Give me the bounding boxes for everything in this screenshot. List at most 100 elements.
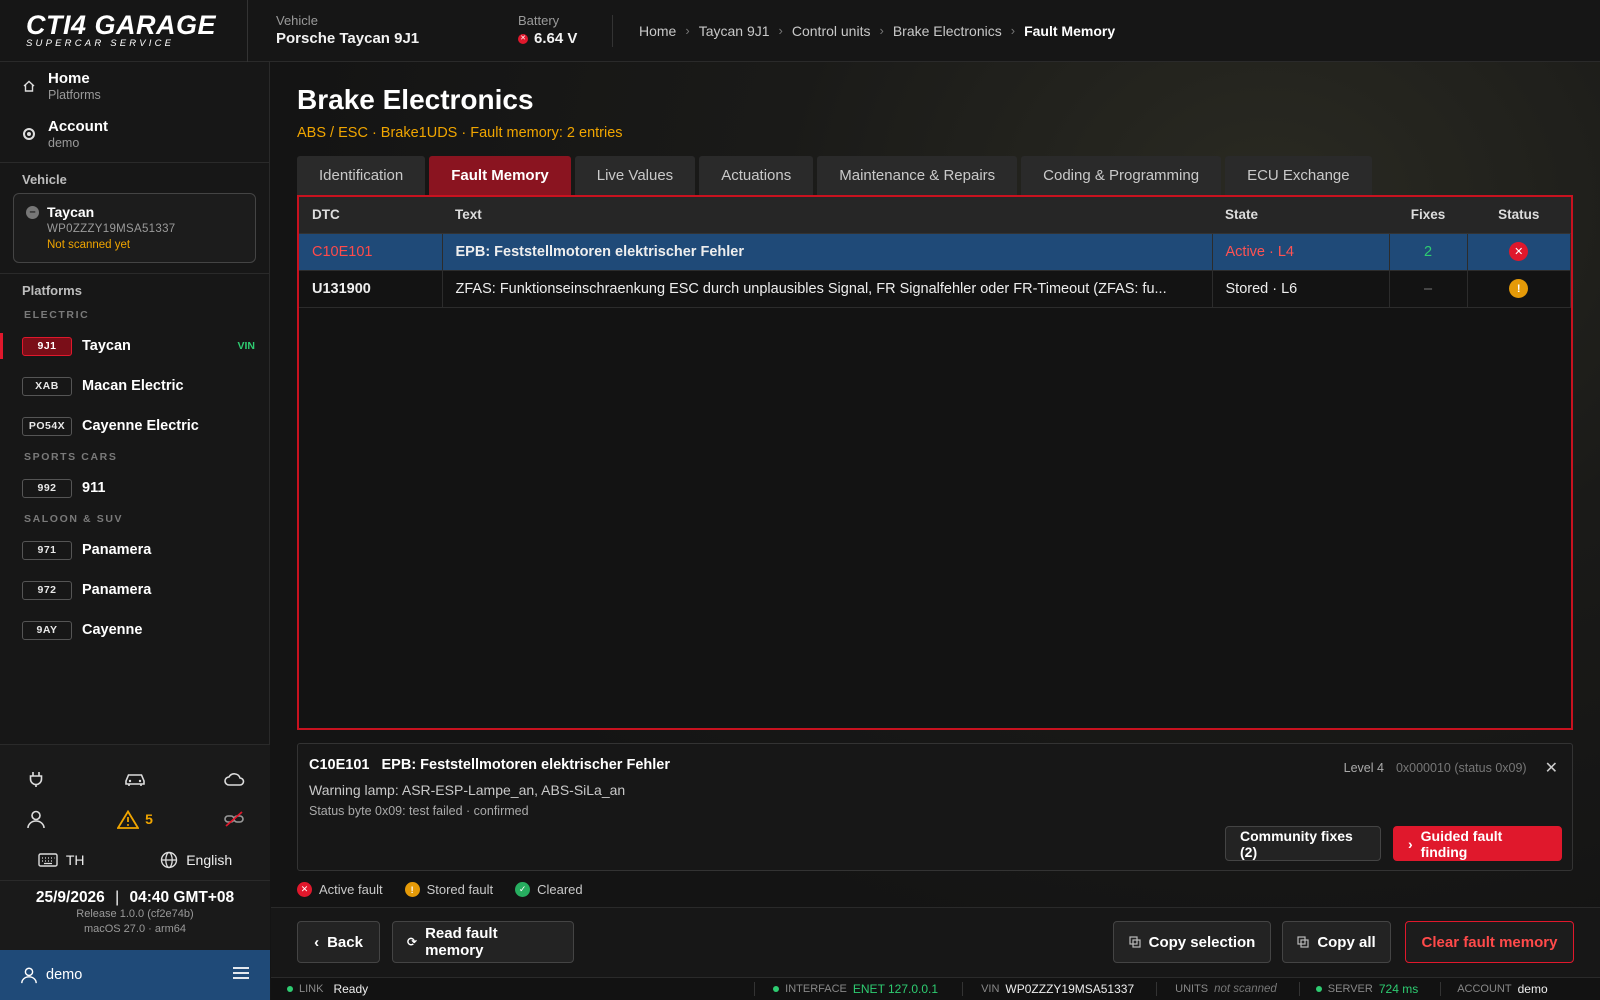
dtc-fixes: – [1389, 270, 1468, 308]
breadcrumb-vehicle[interactable]: Taycan 9J1 [699, 23, 770, 39]
warning-count: 5 [145, 811, 153, 827]
vehicle-card-name: Taycan [47, 204, 95, 220]
active-fault-icon: ✕ [297, 882, 312, 897]
link-value: Ready [333, 982, 369, 996]
breadcrumb-separator-icon: › [778, 23, 783, 38]
user-icon[interactable] [22, 805, 50, 833]
platform-item-panamera-971[interactable]: 971 Panamera [0, 530, 269, 570]
vin-badge: VIN [237, 340, 255, 352]
status-vin: VIN WP0ZZZY19MSA51337 [981, 982, 1134, 996]
user-bar[interactable]: demo [0, 950, 270, 1000]
copy-all-button[interactable]: Copy all [1282, 921, 1391, 963]
app-logo[interactable]: CTI4 GARAGE SUPERCAR SERVICE [0, 0, 248, 62]
chevron-left-icon: ‹ [314, 933, 320, 951]
fault-table: DTC Text State Fixes Status C10E101 EPB:… [297, 195, 1573, 730]
status-interface: INTERFACE ENET 127.0.0.1 [773, 982, 938, 996]
platform-item-cayenne[interactable]: 9AY Cayenne [0, 610, 269, 650]
platforms-section-title: Platforms [22, 283, 82, 298]
keyboard-layout-button[interactable]: TH [38, 852, 85, 868]
platform-item-cayenne-electric[interactable]: PO54X Cayenne Electric [0, 406, 269, 446]
column-header-dtc[interactable]: DTC [299, 197, 442, 234]
username: demo [46, 967, 83, 983]
legend-stored: ! Stored fault [404, 882, 493, 897]
table-row[interactable]: U131900 ZFAS: Funktionseinschraenkung ES… [299, 270, 1571, 308]
tab-live-values[interactable]: Live Values [574, 156, 696, 195]
vehicle-section-title: Vehicle [22, 172, 67, 187]
breadcrumb-ecu[interactable]: Brake Electronics [893, 23, 1002, 39]
legend-cleared: ✓ Cleared [515, 882, 583, 897]
dtc-code: U131900 [299, 270, 443, 308]
release-info: Release 1.0.0 (cf2e74b) [76, 908, 194, 920]
vin-value: WP0ZZZY19MSA51337 [1005, 982, 1135, 996]
vehicle-card[interactable]: – Taycan WP0ZZZY19MSA51337 Not scanned y… [13, 193, 256, 263]
guided-fault-finding-button[interactable]: › Guided fault finding [1393, 826, 1562, 861]
column-header-state[interactable]: State [1212, 197, 1389, 234]
cloud-icon[interactable] [220, 765, 248, 793]
platform-item-911[interactable]: 992 911 [0, 468, 269, 508]
globe-icon [161, 851, 178, 868]
platform-item-macan-electric[interactable]: XAB Macan Electric [0, 366, 269, 406]
battery-reading: ✕ 6.64 V [518, 29, 610, 49]
link-status-dot [287, 986, 293, 992]
column-header-text[interactable]: Text [442, 197, 1212, 234]
read-fault-memory-label: Read fault memory [425, 925, 498, 959]
tab-fault-memory[interactable]: Fault Memory [429, 156, 571, 195]
date-time-separator: | [115, 889, 120, 906]
status-divider [754, 982, 756, 996]
language-button[interactable]: English [160, 851, 232, 869]
link-label: LINK [299, 983, 324, 995]
interface-value: ENET 127.0.0.1 [852, 982, 939, 996]
link-off-icon[interactable] [220, 805, 248, 833]
column-header-fixes[interactable]: Fixes [1389, 197, 1467, 234]
check-icon: ✓ [515, 882, 531, 897]
account-label: ACCOUNT [1457, 983, 1512, 995]
read-fault-memory-button[interactable]: ⟳ Read fault memory [392, 921, 574, 963]
warnings-indicator[interactable]: 5 [117, 809, 153, 829]
status-units: UNITS not scanned [1175, 983, 1277, 995]
remove-vehicle-icon[interactable]: – [26, 206, 39, 219]
sidebar-item-home[interactable]: Home Platforms [0, 62, 269, 110]
home-icon [22, 80, 36, 92]
table-row[interactable]: C10E101 EPB: Feststellmotoren elektrisch… [299, 233, 1571, 271]
tab-ecu-exchange[interactable]: ECU Exchange [1225, 156, 1372, 195]
chevron-right-icon: › [1408, 835, 1413, 852]
column-header-status[interactable]: Status [1467, 197, 1571, 234]
quick-actions-row [0, 759, 270, 799]
battery-value: 6.64 V [534, 30, 578, 47]
sidebar-item-account[interactable]: Account demo [0, 110, 269, 158]
copy-all-label: Copy all [1317, 933, 1376, 951]
breadcrumb-separator-icon: › [685, 23, 690, 38]
detail-meta: Level 4 0x000010 (status 0x09) ✕ [1344, 758, 1558, 778]
top-bar: CTI4 GARAGE SUPERCAR SERVICE Vehicle Por… [0, 0, 1600, 62]
account-sublabel: demo [48, 135, 80, 150]
clear-fault-memory-button[interactable]: Clear fault memory [1405, 921, 1574, 963]
dtc-status: ✕ [1467, 233, 1571, 271]
stored-fault-icon: ! [1509, 279, 1529, 298]
car-icon[interactable] [121, 765, 149, 793]
menu-icon[interactable] [232, 966, 250, 985]
tab-maintenance-repairs[interactable]: Maintenance & Repairs [817, 156, 1018, 195]
close-icon[interactable]: ✕ [1545, 758, 1558, 778]
vehicle-label: Vehicle [276, 13, 318, 28]
back-button[interactable]: ‹ Back [297, 921, 380, 963]
guided-fault-finding-label: Guided fault finding [1420, 827, 1503, 860]
breadcrumb-control-units[interactable]: Control units [792, 23, 871, 39]
platform-code: 992 [22, 478, 72, 498]
platform-item-taycan[interactable]: 9J1 Taycan VIN [0, 326, 269, 366]
community-fixes-button[interactable]: Community fixes (2) [1225, 826, 1381, 861]
action-bar: ‹ Back ⟳ Read fault memory Copy selectio… [271, 907, 1600, 977]
tab-coding-programming[interactable]: Coding & Programming [1021, 156, 1222, 195]
breadcrumb-home[interactable]: Home [639, 23, 676, 39]
warning-icon [117, 809, 140, 829]
status-account: ACCOUNT demo [1457, 982, 1547, 996]
plug-icon[interactable] [22, 765, 50, 793]
copy-selection-button[interactable]: Copy selection [1113, 921, 1271, 963]
time: 04:40 GMT+08 [129, 889, 235, 906]
detail-description: EPB: Feststellmotoren elektrischer Fehle… [381, 757, 671, 773]
platform-code: PO54X [22, 416, 72, 436]
detail-code: C10E101 [309, 757, 370, 773]
logo-subtitle: SUPERCAR SERVICE [26, 38, 175, 49]
tab-identification[interactable]: Identification [297, 156, 426, 195]
platform-item-panamera-972[interactable]: 972 Panamera [0, 570, 269, 610]
tab-actuations[interactable]: Actuations [699, 156, 814, 195]
